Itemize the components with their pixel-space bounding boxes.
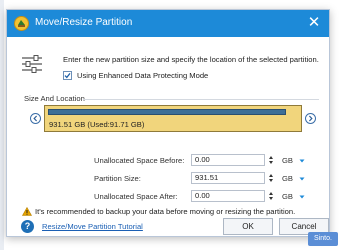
unalloc-after-input[interactable]: 0.00 [191, 190, 265, 202]
unalloc-after-label: Unallocated Space After: [94, 192, 178, 201]
tutorial-link[interactable]: Resize/Move Partition Tutorial [42, 222, 143, 231]
unalloc-before-stepper[interactable] [268, 154, 274, 166]
background-badge[interactable]: Sinto. [308, 232, 338, 246]
unalloc-before-unit: GB [282, 156, 293, 165]
title-bar: Move/Resize Partition ✕ [7, 10, 329, 37]
help-icon[interactable]: ? [21, 220, 34, 233]
enhanced-protect-checkbox[interactable] [63, 71, 72, 80]
partition-wizard-icon [14, 16, 29, 31]
dialog-title: Move/Resize Partition [35, 17, 133, 28]
chevron-down-icon[interactable] [298, 157, 306, 165]
chevron-down-icon[interactable] [298, 193, 306, 201]
section-divider [83, 99, 319, 100]
partition-capacity-text: 931.51 GB (Used:91.71 GB) [49, 120, 145, 129]
partition-size-unit: GB [282, 174, 293, 183]
unalloc-after-unit: GB [282, 192, 293, 201]
ok-button[interactable]: OK [223, 218, 273, 235]
partition-size-label: Partition Size: [94, 174, 141, 183]
enhanced-protect-row[interactable]: Using Enhanced Data Protecting Mode [63, 70, 208, 81]
unalloc-after-stepper[interactable] [268, 190, 274, 202]
size-location-heading: Size And Location [24, 94, 85, 103]
partition-block[interactable]: 931.51 GB (Used:91.71 GB) [44, 105, 302, 132]
chevron-right-icon [308, 115, 313, 122]
sliders-icon [22, 55, 42, 73]
enhanced-protect-label: Using Enhanced Data Protecting Mode [77, 71, 209, 80]
warning-icon [22, 207, 32, 216]
checkmark-icon [64, 72, 71, 79]
intro-text: Enter the new partition size and specify… [63, 55, 319, 64]
chevron-left-icon [33, 115, 38, 122]
partition-resize-bar[interactable] [48, 109, 286, 115]
close-button[interactable]: ✕ [305, 13, 323, 33]
move-left-button[interactable] [30, 113, 41, 124]
background-app-edge [0, 0, 4, 250]
partition-size-input[interactable]: 931.51 [191, 172, 265, 184]
warning-text: It's recommended to backup your data bef… [35, 207, 296, 216]
partition-size-stepper[interactable] [268, 172, 274, 184]
move-right-button[interactable] [305, 113, 316, 124]
unalloc-before-input[interactable]: 0.00 [191, 154, 265, 166]
unalloc-before-label: Unallocated Space Before: [94, 156, 185, 165]
chevron-down-icon[interactable] [298, 175, 306, 183]
move-resize-dialog: Move/Resize Partition ✕ Enter the new pa… [6, 9, 330, 237]
